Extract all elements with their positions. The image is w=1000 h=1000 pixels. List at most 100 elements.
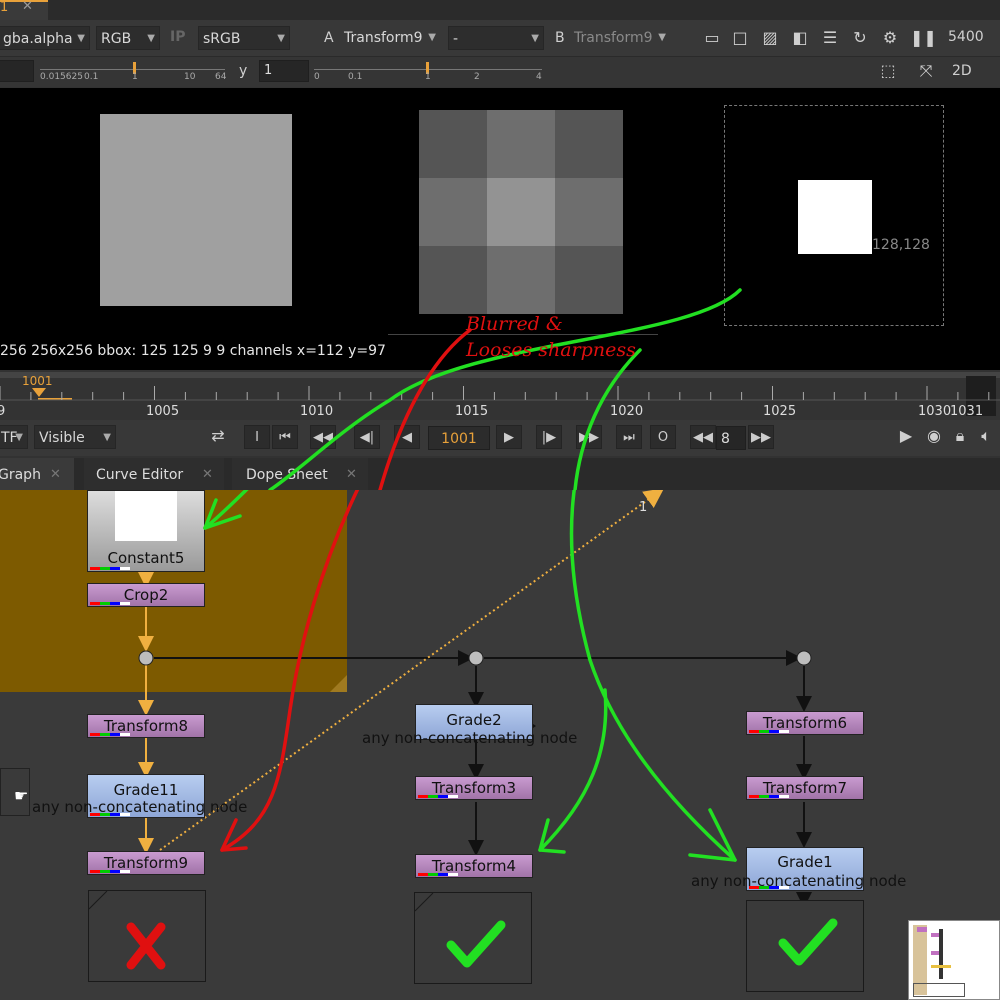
ip-button[interactable]: IP: [170, 29, 185, 45]
tab-curve-editor[interactable]: Curve Editor ✕: [84, 458, 224, 490]
b-input-label: B: [555, 30, 565, 46]
overlay-icon[interactable]: ◧: [790, 28, 810, 48]
timeline-tick-label: 1020: [610, 404, 644, 419]
annotation-arrows: [203, 490, 737, 862]
chevron-down-icon: ▼: [15, 432, 23, 443]
chevron-down-icon: ▼: [147, 33, 155, 44]
prev-keyframe-icon[interactable]: ◀◀: [310, 425, 336, 449]
gain-field[interactable]: [0, 60, 34, 82]
rgb-value: RGB: [101, 31, 132, 47]
timeline-tick-label: 1031: [950, 404, 984, 419]
coordinate-label: 128,128: [872, 237, 930, 253]
channels-value: gba.alpha: [3, 31, 73, 47]
viewer-tab-number: 1: [0, 0, 9, 15]
tab-node-graph-label: Graph: [0, 467, 41, 483]
play-forward-icon[interactable]: ▶: [496, 425, 522, 449]
visible-range-value: Visible: [39, 430, 85, 446]
colorspace-value: sRGB: [203, 31, 241, 47]
record-icon[interactable]: ◉: [924, 426, 944, 446]
a-input-label: A: [324, 30, 334, 46]
viewer-tab[interactable]: 1 ✕: [0, 0, 48, 20]
gamma-label: y: [239, 63, 248, 79]
viewer-toolbar-secondary: 0.015625 0.1 1 10 64 y 1 0 0.1 1 2 4 ⬚ ⤧…: [0, 57, 1000, 87]
close-icon[interactable]: ✕: [50, 458, 61, 492]
zebra-icon[interactable]: ▨: [760, 28, 780, 48]
in-point-button[interactable]: I: [244, 425, 270, 449]
tab-dope-sheet[interactable]: Dope Sheet ✕: [232, 458, 368, 490]
channels-dropdown[interactable]: gba.alpha ▼: [0, 26, 90, 50]
step-forward-icon[interactable]: |▶: [536, 425, 562, 449]
loop-icon[interactable]: ⇄: [208, 426, 228, 446]
timeline-tick-label: 1015: [455, 404, 489, 419]
rewind-step-icon[interactable]: ◀◀: [690, 425, 716, 449]
tab-dope-sheet-label: Dope Sheet: [246, 467, 328, 483]
gamma-tick-label: 4: [536, 72, 542, 82]
gain-tick-label: 0.015625: [40, 72, 83, 82]
visible-range-dropdown[interactable]: Visible ▼: [34, 425, 116, 449]
viewer-toolbar: gba.alpha ▼ RGB ▼ IP sRGB ▼ A Transform9 ▼ -…: [0, 20, 1000, 57]
next-keyframe-icon[interactable]: ▶▶: [576, 425, 602, 449]
timeline-tick-label: 9: [0, 404, 6, 419]
first-frame-icon[interactable]: ⏮: [272, 425, 298, 449]
tab-node-graph[interactable]: Graph ✕: [0, 458, 74, 490]
a-input-value: Transform9: [344, 30, 423, 46]
b-input-value: Transform9: [574, 30, 653, 46]
timeline-tick-label: 1025: [763, 404, 797, 419]
close-icon[interactable]: ✕: [22, 0, 33, 14]
chevron-down-icon: ▼: [658, 32, 666, 43]
gray-square-image: [100, 114, 292, 306]
chevron-down-icon: ▼: [277, 33, 285, 44]
a-input-dropdown[interactable]: Transform9 ▼: [340, 26, 440, 50]
gamma-field[interactable]: 1: [259, 60, 309, 82]
rgb-dropdown[interactable]: RGB ▼: [96, 26, 160, 50]
viewer-info-bar: 256 256x256 bbox: 125 125 9 9 channels x…: [0, 343, 386, 359]
colorspace-dropdown[interactable]: sRGB ▼: [198, 26, 290, 50]
close-icon[interactable]: ✕: [346, 458, 357, 492]
timeline-tick-label: 1010: [300, 404, 334, 419]
step-increment-field[interactable]: 8: [716, 426, 746, 450]
tf-dropdown[interactable]: TF ▼: [0, 425, 28, 449]
transform-handle-icon[interactable]: ⤧: [916, 61, 936, 81]
current-frame-field[interactable]: 1001: [428, 426, 490, 450]
chevron-down-icon: ▼: [77, 33, 85, 44]
close-icon[interactable]: ✕: [202, 458, 213, 492]
gamma-tick-label: 1: [425, 72, 431, 82]
panel-tab-bar: Graph ✕ Curve Editor ✕ Dope Sheet ✕: [0, 458, 1000, 490]
out-point-button[interactable]: O: [650, 425, 676, 449]
forward-step-icon[interactable]: ▶▶: [748, 425, 774, 449]
lock-icon[interactable]: 🔒︎: [950, 426, 970, 446]
viewer-tab-strip: 1 ✕: [0, 0, 1000, 20]
timeline-tick-label: 1005: [146, 404, 180, 419]
compare-mode-dropdown[interactable]: - ▼: [448, 26, 544, 50]
gain-tick-label: 1: [132, 72, 138, 82]
gamma-tick-label: 0: [314, 72, 320, 82]
play-backward-icon[interactable]: ◀: [394, 425, 420, 449]
compare-mode-value: -: [453, 31, 459, 47]
audio-icon[interactable]: 🔈︎: [976, 426, 996, 446]
chevron-down-icon: ▼: [428, 32, 436, 43]
gain-tick-label: 64: [215, 72, 227, 82]
gamma-tick-label: 0.1: [348, 72, 363, 82]
roi-icon[interactable]: ▭: [702, 28, 722, 48]
playback-controls: TF ▼ Visible ▼ ⇄ I ⏮ ◀◀ ◀| ◀ 1001 ▶ |▶ ▶▶ …: [0, 420, 1000, 456]
last-frame-icon[interactable]: ⏭: [616, 425, 642, 449]
monitor-output-icon[interactable]: ▶: [896, 426, 916, 446]
node-graph[interactable]: 1 Constant5 Crop2 Transform8 Grade11 any…: [0, 490, 1000, 1000]
gear-icon[interactable]: ⚙: [880, 28, 900, 48]
timeline[interactable]: 1001 9 1005 1010 1015 1020 1025 1030 103…: [0, 372, 1000, 420]
timeline-tick-label: 1030: [918, 404, 952, 419]
refresh-icon[interactable]: ↻: [850, 28, 870, 48]
blurred-annotation-text: Blurred & Looses sharpness: [466, 313, 636, 361]
gain-tick-label: 10: [184, 72, 196, 82]
pause-icon[interactable]: ❚❚: [910, 28, 937, 48]
chevron-down-icon: ▼: [531, 33, 539, 44]
proxy-icon[interactable]: □: [730, 28, 750, 48]
step-back-icon[interactable]: ◀|: [354, 425, 380, 449]
white-square-image: [798, 180, 872, 254]
gain-tick-label: 0.1: [84, 72, 99, 82]
view-mode-2d[interactable]: 2D: [952, 63, 972, 79]
frame-count: 5400: [948, 29, 984, 45]
lines-icon[interactable]: ☰: [820, 28, 840, 48]
selection-icon[interactable]: ⬚: [878, 61, 898, 81]
b-input-dropdown[interactable]: Transform9 ▼: [570, 26, 670, 50]
